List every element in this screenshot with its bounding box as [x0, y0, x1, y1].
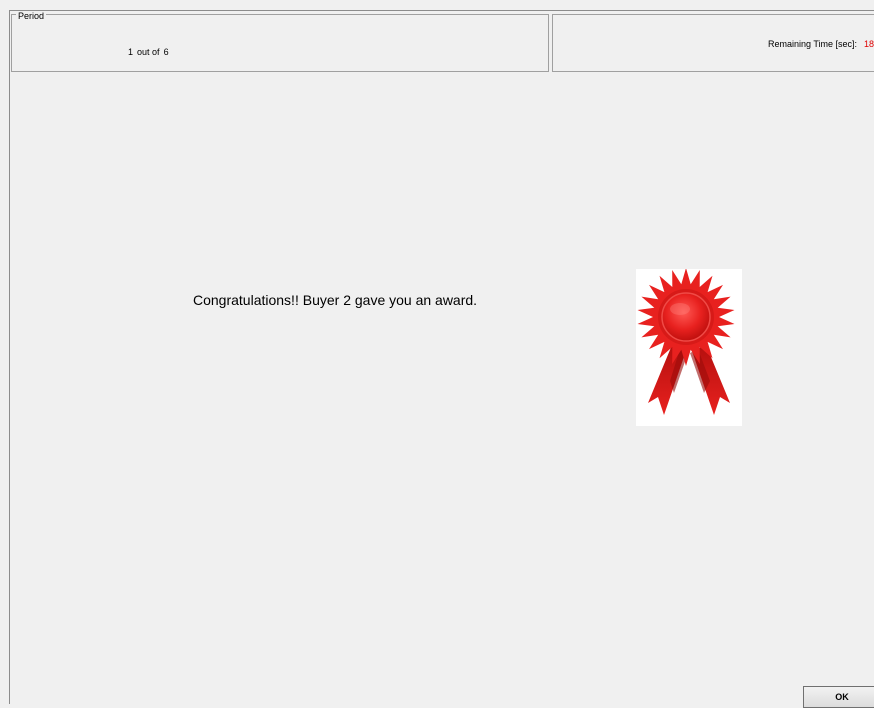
award-window: Period 1 out of 6 Remaining Time [sec]: 18… — [0, 0, 874, 708]
window-top-border — [9, 10, 874, 11]
remaining-time-label: Remaining Time [sec]: — [768, 39, 858, 49]
window-left-border — [9, 10, 10, 704]
period-current: 1 — [128, 47, 134, 57]
ok-button[interactable]: OK — [803, 686, 874, 708]
period-panel — [11, 14, 549, 72]
period-total: 6 — [163, 47, 169, 57]
period-out-of-label: out of — [137, 47, 160, 57]
award-ribbon-icon — [636, 268, 742, 426]
remaining-time-value: 18 — [864, 39, 874, 49]
period-panel-title: Period — [16, 11, 47, 22]
period-indicator: 1 out of 6 — [118, 37, 173, 67]
award-message: Congratulations!! Buyer 2 gave you an aw… — [193, 292, 478, 308]
